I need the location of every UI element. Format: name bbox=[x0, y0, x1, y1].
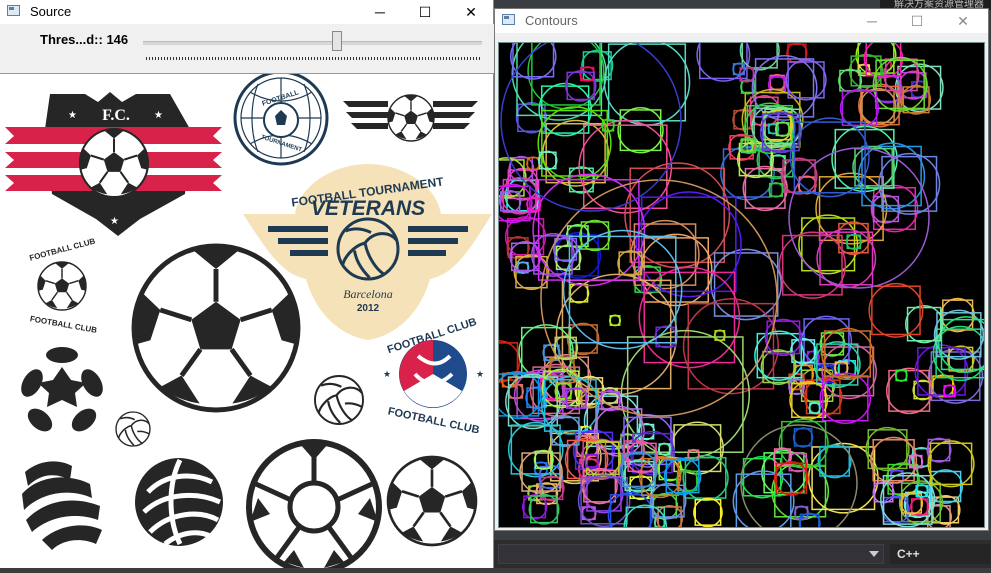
maximize-button[interactable]: ☐ bbox=[402, 0, 448, 24]
contour-bounding-rect bbox=[640, 196, 737, 293]
striped-ball-center bbox=[135, 458, 223, 547]
contour-circle bbox=[808, 402, 821, 415]
contour-circle bbox=[792, 427, 814, 448]
fc-shield-logo: F.C. ★ ★ ★ bbox=[5, 92, 222, 236]
small-football-club-logo: FOOTBALL CLUB FOOTBALL CLUB bbox=[28, 236, 98, 335]
contour-bounding-rect bbox=[819, 445, 851, 477]
volleyball-small bbox=[313, 374, 365, 426]
contour-bounding-rect bbox=[694, 498, 722, 526]
large-football-club-logo: FOOTBALL CLUB FOOTBALL CLUB ★ ★ bbox=[378, 316, 488, 437]
contour-circle bbox=[785, 59, 827, 101]
contour-circle bbox=[657, 442, 671, 456]
contour-circle bbox=[894, 368, 908, 382]
barcelona-text: Barcelona bbox=[343, 287, 393, 301]
large-soccer-ball bbox=[134, 246, 298, 410]
contour-circle bbox=[638, 266, 741, 369]
contour-circle bbox=[581, 505, 597, 521]
svg-text:FOOTBALL CLUB: FOOTBALL CLUB bbox=[28, 236, 96, 262]
window-title: Contours bbox=[525, 13, 578, 28]
window-title: Source bbox=[30, 4, 72, 19]
close-button[interactable]: ✕ bbox=[448, 0, 494, 24]
ide-dropdown[interactable] bbox=[498, 544, 884, 564]
contour-bounding-rect bbox=[793, 428, 813, 447]
threshold-slider-track[interactable] bbox=[143, 41, 482, 45]
winged-ball-logo bbox=[343, 95, 478, 141]
contour-circle bbox=[617, 106, 664, 154]
contour-circle bbox=[554, 232, 602, 279]
volleyball-tiny bbox=[115, 411, 151, 447]
source-titlebar[interactable]: Source ─ ☐ ✕ bbox=[0, 0, 493, 24]
contour-bounding-rect bbox=[781, 234, 843, 296]
minimize-button[interactable]: ─ bbox=[849, 9, 895, 33]
contour-bounding-rect bbox=[811, 446, 876, 511]
source-image: F.C. ★ ★ ★ FOOTBALL TOURNAMENT FOOTBALL … bbox=[0, 70, 493, 573]
fc-shield-text: F.C. bbox=[102, 107, 130, 124]
contours-window: Contours ─ ☐ ✕ bbox=[477, 8, 991, 549]
svg-text:★: ★ bbox=[383, 369, 391, 379]
soccer-ball-bottom-right bbox=[388, 457, 476, 545]
star-ball-logo bbox=[21, 347, 103, 432]
pentagon-ball bbox=[246, 439, 382, 573]
contour-bounding-rect bbox=[540, 85, 590, 134]
striped-ball-left bbox=[22, 461, 102, 550]
minimize-button[interactable]: ─ bbox=[357, 0, 403, 24]
svg-text:FOOTBALL CLUB: FOOTBALL CLUB bbox=[29, 314, 98, 335]
contour-circle bbox=[713, 329, 726, 342]
contour-bounding-rect bbox=[619, 109, 662, 152]
contour-circle bbox=[868, 282, 924, 338]
language-indicator[interactable]: C++ bbox=[890, 544, 990, 564]
source-window: Source ─ ☐ ✕ Thres...d:: 146 F.C. ★ ★ ★ … bbox=[0, 0, 494, 573]
contour-circle bbox=[609, 314, 621, 327]
contour-circle bbox=[649, 482, 687, 520]
contour-circle bbox=[693, 497, 723, 528]
contours-image bbox=[477, 25, 991, 549]
contour-circle bbox=[778, 231, 847, 299]
veterans-title: VETERANS bbox=[311, 197, 425, 220]
svg-text:★: ★ bbox=[110, 216, 119, 227]
tournament-circle-badge: FOOTBALL TOURNAMENT bbox=[233, 70, 329, 166]
svg-text:★: ★ bbox=[476, 369, 484, 379]
threshold-slider-thumb[interactable] bbox=[332, 31, 343, 51]
contour-bounding-rect bbox=[582, 51, 612, 81]
svg-text:★: ★ bbox=[68, 110, 77, 121]
contour-circle bbox=[742, 165, 788, 212]
contour-circle bbox=[603, 39, 691, 126]
contour-circle bbox=[584, 474, 624, 514]
window-app-icon bbox=[502, 14, 515, 25]
threshold-slider-ticks bbox=[146, 57, 480, 60]
contours-titlebar[interactable]: Contours ─ ☐ ✕ bbox=[495, 9, 988, 33]
contour-circle bbox=[815, 172, 888, 245]
window-app-icon bbox=[7, 5, 20, 16]
chevron-down-icon bbox=[869, 551, 879, 557]
fc-ball-icon bbox=[80, 129, 148, 197]
threshold-trackbar-panel: Thres...d:: 146 bbox=[0, 24, 494, 74]
maximize-button[interactable]: ☐ bbox=[894, 9, 940, 33]
close-button[interactable]: ✕ bbox=[940, 9, 986, 33]
contour-circle bbox=[789, 117, 870, 198]
svg-text:★: ★ bbox=[154, 110, 163, 121]
contour-bounding-rect bbox=[582, 124, 668, 210]
year-text: 2012 bbox=[357, 303, 380, 314]
threshold-label: Thres...d:: 146 bbox=[40, 32, 129, 47]
contour-bounding-rect bbox=[872, 439, 915, 482]
